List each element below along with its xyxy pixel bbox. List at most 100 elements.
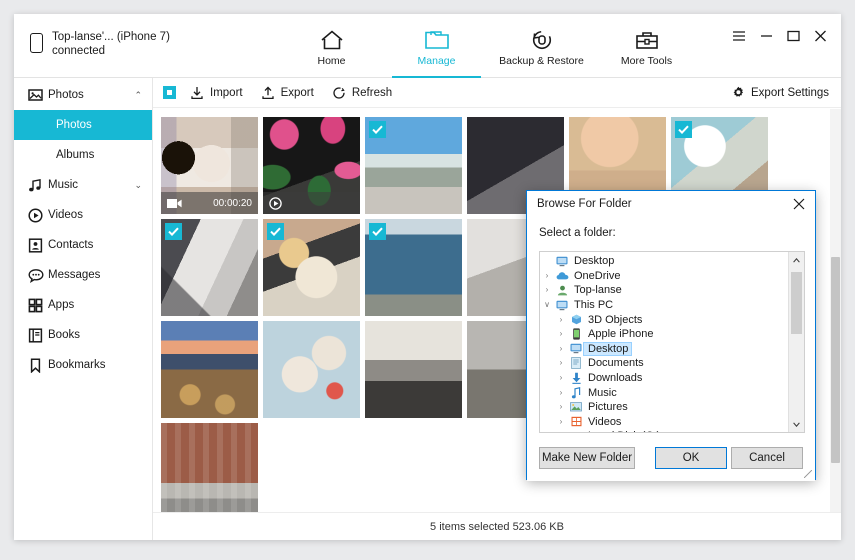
import-button[interactable]: Import [190,86,243,100]
gear-icon [733,86,744,97]
tree-item-apple-iphone[interactable]: › Apple iPhone [540,327,804,342]
grid-item-photo[interactable] [161,423,258,512]
scroll-up-button[interactable] [789,252,804,268]
nav-tab-manage[interactable]: Manage [384,14,489,78]
documents-icon [568,357,584,370]
import-icon [191,86,203,99]
sidebar: Photos ⌃ Photos Albums Music ⌄ Videos Co… [14,78,153,540]
status-bar: 5 items selected 523.06 KB [153,512,841,540]
nav-tab-backup-restore[interactable]: Backup & Restore [489,14,594,78]
grid-item-photo[interactable] [365,117,462,214]
download-icon [568,372,584,384]
tree-expander[interactable]: ∨ [540,301,554,309]
refresh-button[interactable]: Refresh [332,86,392,100]
sidebar-item-messages[interactable]: Messages [14,260,152,290]
grid-item-photo[interactable] [161,219,258,316]
tree-expander[interactable]: › [554,344,568,353]
selection-checkbox[interactable] [369,223,386,240]
sidebar-item-music[interactable]: Music ⌄ [14,170,152,200]
tree-item-local-disk-c[interactable]: › Local Disk (C:) [540,429,804,433]
grid-item-photo[interactable] [161,321,258,418]
grid-item-photo[interactable] [263,219,360,316]
sidebar-item-apps[interactable]: Apps [14,290,152,320]
tree-item-videos[interactable]: › Videos [540,415,804,430]
tree-item-onedrive[interactable]: › OneDrive [540,269,804,284]
export-settings-button[interactable]: Export Settings [732,86,829,99]
tree-item-downloads[interactable]: › Downloads [540,371,804,386]
tree-expander[interactable]: › [554,388,568,397]
dialog-title-bar[interactable]: Browse For Folder [527,191,815,217]
tree-expander[interactable]: › [540,271,554,280]
nav-tab-manage-label: Manage [417,55,456,67]
tree-item-pictures[interactable]: › Pictures [540,400,804,415]
dialog-button-row: Make New Folder OK Cancel [527,437,815,481]
menu-icon[interactable] [732,30,746,42]
tree-item-label: Top-lanse [574,284,622,297]
tree-expander[interactable]: › [554,403,568,411]
tree-expander[interactable]: › [540,286,554,294]
nav-tab-home[interactable]: Home [279,14,384,78]
tree-scrollbar-thumb[interactable] [791,272,802,334]
selection-checkbox[interactable] [369,121,386,138]
tree-expander[interactable]: › [554,417,568,426]
maximize-icon[interactable] [787,30,800,42]
grid-item-video[interactable]: 00:00:20 [161,117,258,214]
tree-item-label: Music [588,386,617,399]
tree-expander[interactable]: › [554,374,568,382]
selection-checkbox[interactable] [675,121,692,138]
browse-for-folder-dialog: Browse For Folder Select a folder: Deskt… [526,190,816,481]
selection-checkbox[interactable] [165,223,182,240]
tree-item-music[interactable]: › Music [540,385,804,400]
make-new-folder-button[interactable]: Make New Folder [539,447,635,469]
close-icon[interactable] [814,30,827,42]
export-button[interactable]: Export [261,85,314,100]
content-toolbar: Import Export Refresh Export Settings [153,78,841,108]
sidebar-item-videos[interactable]: Videos [14,200,152,230]
tree-scrollbar[interactable] [788,252,804,432]
ok-button[interactable]: OK [655,447,727,469]
tree-expander[interactable]: › [554,315,568,324]
tree-item-label: Videos [588,415,622,428]
dialog-resize-grip[interactable] [804,470,812,478]
minimize-icon[interactable] [760,30,773,42]
dialog-body: Select a folder: Desktop › OneDrive › To… [527,217,815,481]
books-icon [28,327,48,343]
tree-item-desktop-root[interactable]: Desktop [540,254,804,269]
selection-checkbox[interactable] [267,223,284,240]
video-overlay-bar [263,192,360,214]
tree-expander[interactable]: › [554,359,568,367]
dialog-close-button[interactable] [783,191,815,217]
scroll-down-button[interactable] [789,416,804,432]
chevron-down-icon: ⌄ [134,179,142,190]
sidebar-item-photos[interactable]: Photos ⌃ [14,80,152,110]
grid-item-photo[interactable] [365,321,462,418]
sidebar-item-contacts-label: Contacts [48,239,94,251]
grid-item-photo[interactable] [365,219,462,316]
sidebar-item-photos-label: Photos [48,89,84,101]
tree-item-user[interactable]: › Top-lanse [540,283,804,298]
sidebar-subitem-photos[interactable]: Photos [14,110,152,140]
content-scrollbar[interactable] [830,109,841,512]
content-area: Import Export Refresh Export Settings 00… [153,78,841,540]
sidebar-item-books[interactable]: Books [14,320,152,350]
folder-tree[interactable]: Desktop › OneDrive › Top-lanse ∨ This PC… [539,251,805,433]
cancel-button[interactable]: Cancel [731,447,803,469]
select-all-checkbox[interactable] [163,86,176,99]
tree-expander[interactable]: › [560,432,563,433]
nav-tab-backup-restore-label: Backup & Restore [499,55,584,67]
nav-tab-more-tools[interactable]: More Tools [594,14,699,78]
sidebar-item-bookmarks[interactable]: Bookmarks [14,350,152,380]
tree-item-desktop[interactable]: › Desktop [540,341,804,357]
tree-item-label: Pictures [588,401,628,414]
music-icon [28,178,48,193]
monitor-icon [568,343,584,354]
scrollbar-thumb[interactable] [831,257,840,463]
tree-item-documents[interactable]: › Documents [540,356,804,371]
sidebar-item-contacts[interactable]: Contacts [14,230,152,260]
sidebar-subitem-albums[interactable]: Albums [14,140,152,170]
tree-item-this-pc[interactable]: ∨ This PC [540,298,804,313]
tree-expander[interactable]: › [554,330,568,338]
grid-item-photo[interactable] [263,321,360,418]
grid-item-video[interactable] [263,117,360,214]
tree-item-3d-objects[interactable]: › 3D Objects [540,312,804,327]
